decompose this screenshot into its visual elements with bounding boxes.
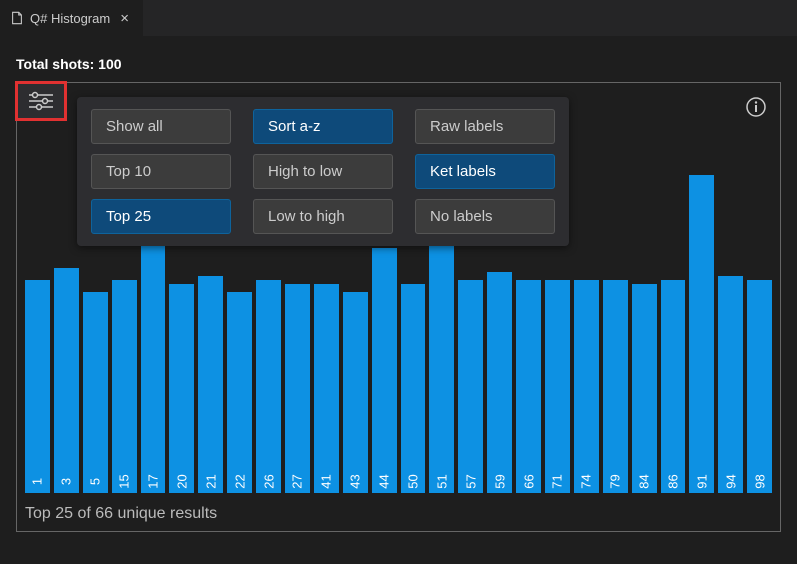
histogram-bar[interactable] (458, 280, 483, 493)
tab-bar: Q# Histogram × (0, 0, 797, 36)
tab-qsharp-histogram[interactable]: Q# Histogram × (0, 0, 143, 36)
bar-label: 94 (723, 474, 738, 488)
tab-title: Q# Histogram (30, 11, 110, 26)
bar-wrap: 74 (574, 91, 599, 493)
bar-label: 71 (550, 474, 565, 488)
bar-label: 84 (637, 474, 652, 488)
histogram-bar[interactable] (632, 284, 657, 493)
bar-label: 44 (377, 474, 392, 488)
histogram-bar[interactable] (227, 292, 252, 493)
bar-wrap: 86 (661, 91, 686, 493)
bar-label: 17 (146, 474, 161, 488)
bar-label: 98 (752, 474, 767, 488)
bar-label: 5 (88, 478, 103, 485)
sliders-icon (27, 91, 55, 111)
bar-label: 26 (261, 474, 276, 488)
histogram-bar[interactable] (747, 280, 772, 493)
bar-wrap: 94 (718, 91, 743, 493)
filter-option-1[interactable]: Top 10 (91, 154, 231, 189)
bar-label: 51 (434, 474, 449, 488)
histogram-bar[interactable] (112, 280, 137, 493)
file-icon (10, 11, 24, 25)
bar-label: 59 (492, 474, 507, 488)
histogram-bar[interactable] (574, 280, 599, 493)
bar-wrap: 1 (25, 91, 50, 493)
histogram-bar[interactable] (256, 280, 281, 493)
labels-option-2[interactable]: No labels (415, 199, 555, 234)
histogram-bar[interactable] (661, 280, 686, 493)
bar-wrap: 84 (632, 91, 657, 493)
labels-option-0[interactable]: Raw labels (415, 109, 555, 144)
bar-label: 41 (319, 474, 334, 488)
footer-text: Top 25 of 66 unique results (25, 505, 217, 523)
bar-label: 3 (59, 478, 74, 485)
bar-label: 20 (174, 474, 189, 488)
options-toolbar: Show all Top 10 Top 25 Sort a-z High to low… (77, 97, 569, 246)
histogram-bar[interactable] (285, 284, 310, 493)
bar-label: 66 (521, 474, 536, 488)
bar-label: 27 (290, 474, 305, 488)
labels-option-1[interactable]: Ket labels (415, 154, 555, 189)
bar-wrap: 79 (603, 91, 628, 493)
bar-label: 86 (666, 474, 681, 488)
histogram-bar[interactable] (516, 280, 541, 493)
labels-column: Raw labels Ket labels No labels (415, 109, 555, 234)
histogram-bar[interactable] (169, 284, 194, 493)
bar-label: 22 (232, 474, 247, 488)
histogram-bar[interactable] (689, 175, 714, 493)
filter-column: Show all Top 10 Top 25 (91, 109, 231, 234)
histogram-bar[interactable] (372, 248, 397, 493)
histogram-bar[interactable] (141, 244, 166, 493)
histogram-bar[interactable] (83, 292, 108, 493)
histogram-bar[interactable] (401, 284, 426, 493)
sort-option-0[interactable]: Sort a-z (253, 109, 393, 144)
bar-label: 91 (694, 474, 709, 488)
histogram-bar[interactable] (343, 292, 368, 493)
histogram-bar[interactable] (54, 268, 79, 493)
histogram-bar[interactable] (314, 284, 339, 493)
bar-label: 57 (463, 474, 478, 488)
bar-label: 50 (406, 474, 421, 488)
histogram-bar[interactable] (25, 280, 50, 493)
sort-option-2[interactable]: Low to high (253, 199, 393, 234)
bar-label: 15 (117, 474, 132, 488)
histogram-bar[interactable] (487, 272, 512, 493)
histogram-bar[interactable] (718, 276, 743, 493)
sort-option-1[interactable]: High to low (253, 154, 393, 189)
histogram-bar[interactable] (429, 236, 454, 493)
close-icon[interactable]: × (116, 10, 133, 27)
content-area: Total shots: 100 Show all Top 10 Top 25 So… (0, 36, 797, 548)
bar-label: 21 (203, 474, 218, 488)
bar-label: 74 (579, 474, 594, 488)
filter-option-2[interactable]: Top 25 (91, 199, 231, 234)
histogram-bar[interactable] (198, 276, 223, 493)
filter-option-0[interactable]: Show all (91, 109, 231, 144)
histogram-bar[interactable] (545, 280, 570, 493)
sort-column: Sort a-z High to low Low to high (253, 109, 393, 234)
bar-label: 79 (608, 474, 623, 488)
histogram-frame: Show all Top 10 Top 25 Sort a-z High to low… (16, 82, 781, 532)
bar-wrap: 91 (689, 91, 714, 493)
bar-label: 1 (30, 478, 45, 485)
bar-label: 43 (348, 474, 363, 488)
bar-wrap: 3 (54, 91, 79, 493)
bar-wrap: 98 (747, 91, 772, 493)
settings-button[interactable] (15, 81, 67, 121)
total-shots-label: Total shots: 100 (16, 56, 781, 72)
histogram-bar[interactable] (603, 280, 628, 493)
